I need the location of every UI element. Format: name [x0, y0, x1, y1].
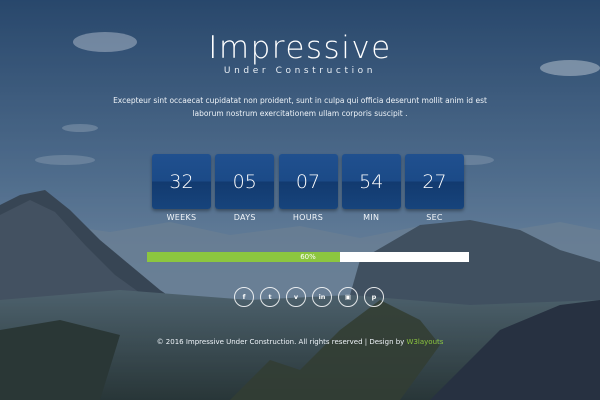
instagram-icon[interactable]: ▣ [338, 287, 358, 307]
description-text: Excepteur sint occaecat cupidatat non pr… [113, 96, 487, 118]
twitter-icon[interactable]: t [260, 287, 280, 307]
countdown-seconds-value: 27 [405, 154, 464, 209]
progress-percent-label: 60% [300, 253, 316, 261]
countdown-seconds: 27 SEC [405, 154, 464, 224]
countdown-minutes: 54 MIN [341, 154, 401, 224]
countdown-weeks-value: 32 [152, 154, 211, 209]
linkedin-icon[interactable]: in [312, 287, 332, 307]
countdown-hours-value: 07 [278, 154, 338, 209]
countdown-days: 05 DAYS [215, 154, 275, 224]
countdown-days-label: DAYS [233, 213, 256, 222]
facebook-icon[interactable]: f [234, 287, 254, 307]
footer-designer-link[interactable]: W3layouts [407, 338, 444, 346]
footer-copyright: © 2016 Impressive Under Construction. Al… [156, 338, 405, 346]
countdown-weeks: 32 WEEKS [152, 154, 211, 224]
countdown-timer: 32 WEEKS 05 DAYS 07 HOURS 54 MIN 27 SEC [152, 154, 464, 224]
social-links: f t v in ▣ p [234, 287, 384, 307]
page-subtitle: Under Construction [223, 66, 377, 76]
countdown-seconds-label: SEC [426, 213, 443, 222]
countdown-weeks-label: WEEKS [166, 213, 197, 222]
page-title: Impressive [208, 30, 392, 66]
vimeo-icon[interactable]: v [286, 287, 306, 307]
progress-bar: 60% [147, 252, 469, 262]
pinterest-icon[interactable]: p [364, 287, 384, 307]
countdown-minutes-label: MIN [363, 213, 380, 222]
footer: © 2016 Impressive Under Construction. Al… [0, 338, 600, 346]
countdown-hours: 07 HOURS [278, 154, 338, 224]
countdown-minutes-value: 54 [341, 154, 401, 209]
countdown-days-value: 05 [215, 154, 275, 209]
countdown-hours-label: HOURS [292, 213, 324, 222]
